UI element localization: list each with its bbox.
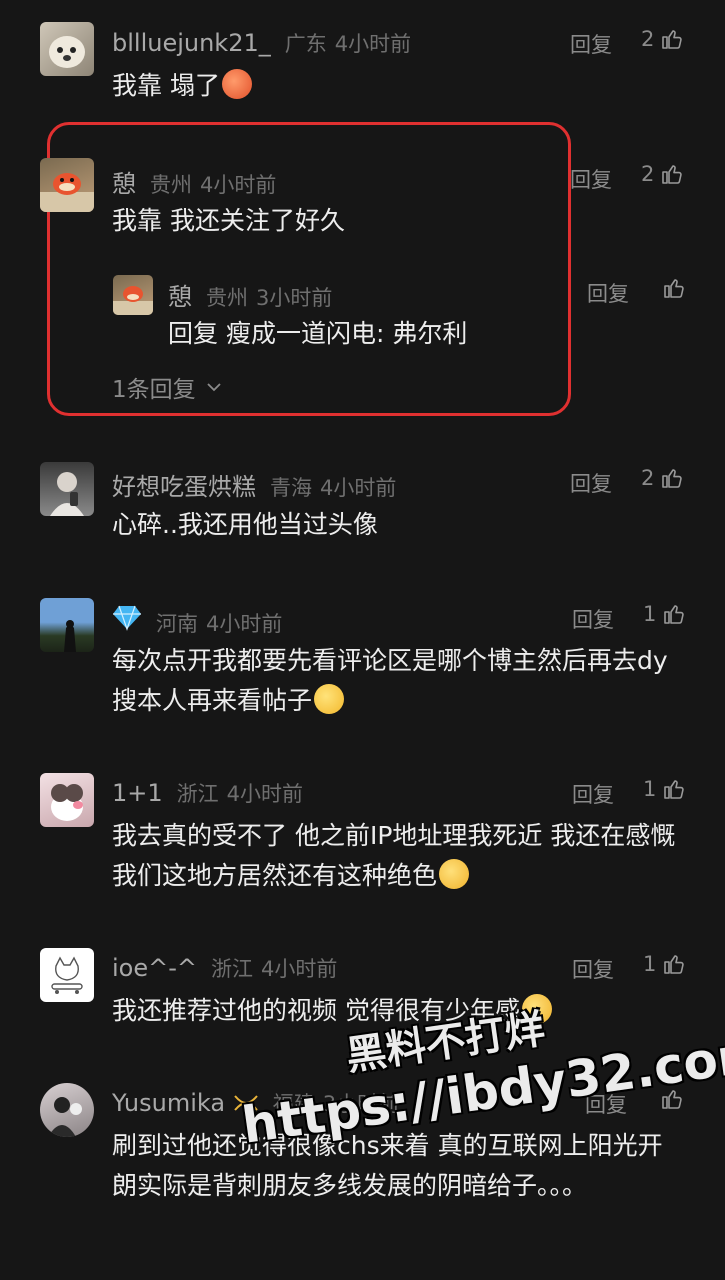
comment-text: 心碎..我还用他当过头像 [112,510,378,539]
timestamp: 4小时前 [320,476,397,500]
location: 浙江 [211,957,253,981]
comment-feed: bllluejunk21_ 广东 4小时前 回复 2 我靠 塌了 憩 贵州 4小… [0,0,725,1280]
username[interactable]: 1+1 [112,779,163,807]
thumbs-up-icon [662,30,683,49]
avatar[interactable] [40,598,94,652]
avatar[interactable] [40,1083,94,1137]
reply-button[interactable]: 回复 [572,604,614,634]
reply-text: 回复 瘦成一道闪电: 弗尔利 [168,319,468,348]
angry-emoji-icon [221,69,252,99]
avatar[interactable] [40,22,94,76]
like-button[interactable]: 2 [641,27,684,51]
reply-button[interactable]: 回复 [572,954,614,984]
location: 浙江 [176,782,219,806]
like-button[interactable] [662,276,686,300]
crying-emoji-icon [439,859,470,889]
avatar[interactable] [40,158,94,212]
reply-location: 贵州 [206,286,248,310]
timestamp: 4小时前 [206,612,283,636]
like-count: 2 [641,27,655,51]
reply-button[interactable]: 回复 [572,779,614,809]
grin-emoji-icon [314,684,345,714]
thumbs-up-icon [664,279,684,298]
timestamp: 4小时前 [200,173,277,197]
location: 青海 [270,476,312,500]
reply-timestamp: 3小时前 [256,286,333,310]
thumbs-up-icon [662,469,683,488]
like-button[interactable]: 1 [643,602,686,626]
like-button[interactable]: 2 [641,162,684,186]
like-count: 1 [643,602,657,626]
like-button[interactable]: 1 [643,952,686,976]
location: 河南 [156,612,198,636]
location: 贵州 [150,173,192,197]
like-count: 1 [643,952,657,976]
comment-text: 刷到过他还觉得很像chs来着 真的互联网上阳光开朗实际是背刺朋友多线发展的阴暗给… [112,1131,663,1200]
like-button[interactable]: 1 [643,777,686,801]
more-replies-label: 1条回复 [112,377,196,403]
reply-button[interactable]: 回复 [570,468,612,498]
thumbs-up-icon [662,165,683,184]
location: 广东 [284,32,327,56]
comment-text: 我靠 塌了 [112,71,220,100]
timestamp: 4小时前 [261,957,338,981]
username[interactable]: Yusumika [112,1089,259,1117]
thumbs-up-icon [664,780,685,799]
thumbs-up-icon [664,605,685,624]
reply-avatar[interactable] [113,275,153,315]
timestamp: 4小时前 [334,32,412,56]
username[interactable]: 好想吃蛋烘糕 [112,467,256,502]
comment-text: 我靠 我还关注了好久 [112,206,345,235]
timestamp: 4小时前 [226,782,304,806]
reply-username[interactable]: 憩 [168,277,192,312]
comment-text: 每次点开我都要先看评论区是哪个博主然后再去dy搜本人再来看帖子 [112,646,668,715]
username[interactable]: 憩 [112,164,136,199]
like-count: 1 [643,777,657,801]
username[interactable]: ioe^-^ [112,954,197,982]
avatar[interactable] [40,773,94,827]
avatar[interactable] [40,948,94,1002]
like-button[interactable]: 2 [641,466,684,490]
expand-replies-button[interactable]: 1条回复 [112,370,222,404]
username[interactable]: bllluejunk21_ [112,29,271,57]
like-count: 2 [641,162,655,186]
thumbs-up-icon [664,955,685,974]
diamond-icon [113,605,141,631]
like-count: 2 [641,466,655,490]
reply-button[interactable]: 回复 [587,278,629,308]
comment-text: 我去真的受不了 他之前IP地址理我死近 我还在感慨我们这地方居然还有这种绝色 [112,821,676,890]
chevron-down-icon [207,383,221,392]
reply-button[interactable]: 回复 [570,164,612,194]
avatar[interactable] [40,462,94,516]
reply-button[interactable]: 回复 [570,29,612,59]
